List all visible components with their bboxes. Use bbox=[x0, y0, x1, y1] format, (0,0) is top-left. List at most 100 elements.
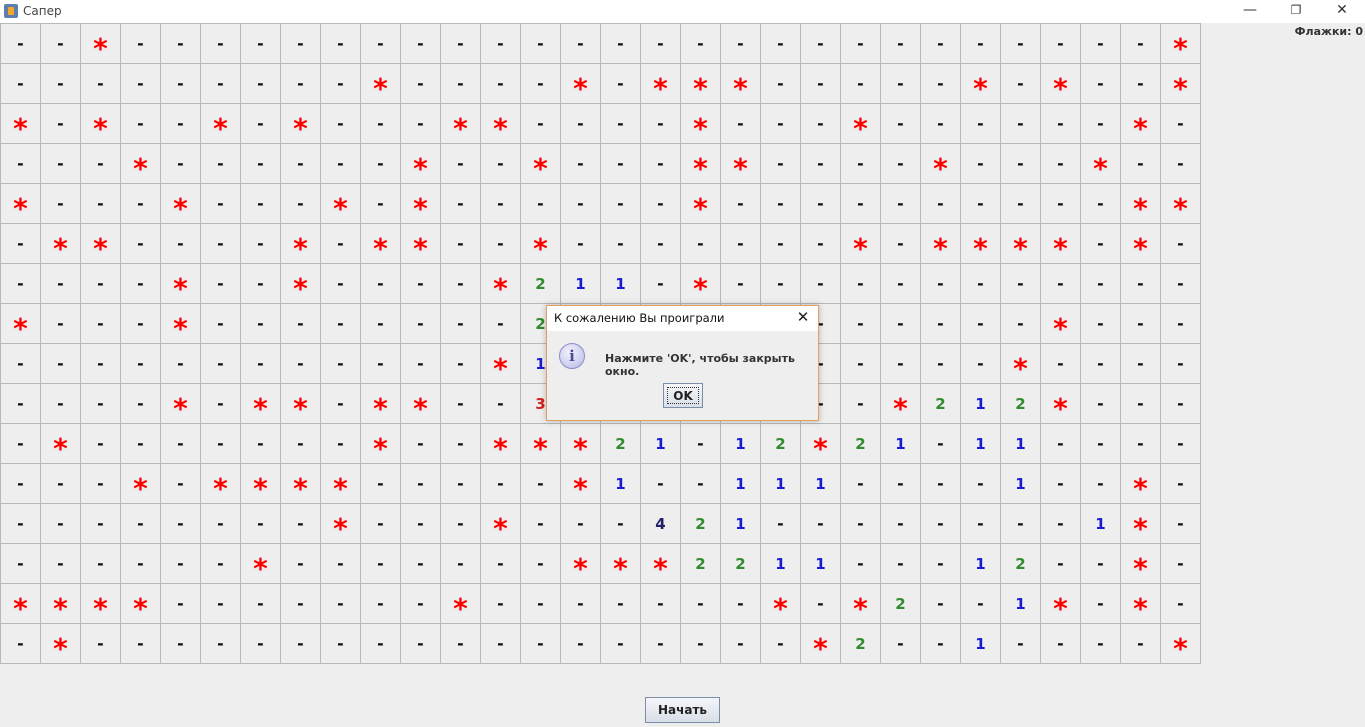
hidden-cell[interactable]: - bbox=[1161, 344, 1201, 384]
hidden-cell[interactable]: - bbox=[1041, 504, 1081, 544]
hidden-cell[interactable]: - bbox=[641, 264, 681, 304]
hidden-cell[interactable]: - bbox=[1041, 544, 1081, 584]
mine-cell[interactable]: * bbox=[81, 224, 121, 265]
hidden-cell[interactable]: - bbox=[241, 264, 281, 304]
maximize-button[interactable]: ❐ bbox=[1273, 0, 1319, 23]
hidden-cell[interactable]: - bbox=[401, 104, 441, 144]
mine-cell[interactable]: * bbox=[41, 224, 81, 265]
hidden-cell[interactable]: - bbox=[481, 624, 521, 664]
hidden-cell[interactable]: - bbox=[881, 184, 921, 224]
hidden-cell[interactable]: - bbox=[1041, 344, 1081, 384]
hidden-cell[interactable]: - bbox=[641, 104, 681, 144]
mine-cell[interactable]: * bbox=[921, 224, 961, 265]
hidden-cell[interactable]: - bbox=[401, 424, 441, 464]
hidden-cell[interactable]: - bbox=[881, 344, 921, 384]
hidden-cell[interactable]: - bbox=[1081, 224, 1121, 264]
mine-cell[interactable]: * bbox=[361, 64, 401, 105]
hidden-cell[interactable]: - bbox=[961, 184, 1001, 224]
hidden-cell[interactable]: - bbox=[401, 344, 441, 384]
mine-cell[interactable]: * bbox=[681, 144, 721, 185]
mine-cell[interactable]: * bbox=[961, 224, 1001, 265]
mine-cell[interactable]: * bbox=[201, 104, 241, 145]
hidden-cell[interactable]: - bbox=[1121, 344, 1161, 384]
mine-cell[interactable]: * bbox=[241, 464, 281, 505]
hidden-cell[interactable]: - bbox=[161, 104, 201, 144]
hidden-cell[interactable]: - bbox=[1081, 64, 1121, 104]
hidden-cell[interactable]: - bbox=[321, 384, 361, 424]
mine-cell[interactable]: * bbox=[561, 424, 601, 465]
hidden-cell[interactable]: - bbox=[721, 184, 761, 224]
hidden-cell[interactable]: - bbox=[161, 544, 201, 584]
hidden-cell[interactable]: - bbox=[321, 224, 361, 264]
hidden-cell[interactable]: - bbox=[601, 504, 641, 544]
hidden-cell[interactable]: - bbox=[121, 64, 161, 104]
number-cell[interactable]: 1 bbox=[761, 464, 801, 504]
hidden-cell[interactable]: - bbox=[441, 424, 481, 464]
number-cell[interactable]: 1 bbox=[721, 504, 761, 544]
hidden-cell[interactable]: - bbox=[1001, 264, 1041, 304]
mine-cell[interactable]: * bbox=[521, 224, 561, 265]
hidden-cell[interactable]: - bbox=[561, 624, 601, 664]
hidden-cell[interactable]: - bbox=[881, 144, 921, 184]
hidden-cell[interactable]: - bbox=[641, 584, 681, 624]
hidden-cell[interactable]: - bbox=[601, 584, 641, 624]
start-button[interactable]: Начать bbox=[645, 697, 720, 723]
mine-cell[interactable]: * bbox=[121, 584, 161, 625]
hidden-cell[interactable]: - bbox=[161, 64, 201, 104]
hidden-cell[interactable]: - bbox=[281, 64, 321, 104]
hidden-cell[interactable]: - bbox=[81, 384, 121, 424]
hidden-cell[interactable]: - bbox=[1041, 624, 1081, 664]
hidden-cell[interactable]: - bbox=[81, 264, 121, 304]
hidden-cell[interactable]: - bbox=[961, 104, 1001, 144]
hidden-cell[interactable]: - bbox=[161, 144, 201, 184]
number-cell[interactable]: 1 bbox=[961, 544, 1001, 584]
mine-cell[interactable]: * bbox=[321, 504, 361, 545]
number-cell[interactable]: 1 bbox=[961, 624, 1001, 664]
mine-cell[interactable]: * bbox=[1, 184, 41, 225]
hidden-cell[interactable]: - bbox=[281, 624, 321, 664]
mine-cell[interactable]: * bbox=[1041, 384, 1081, 425]
hidden-cell[interactable]: - bbox=[1, 424, 41, 464]
mine-cell[interactable]: * bbox=[961, 64, 1001, 105]
hidden-cell[interactable]: - bbox=[961, 504, 1001, 544]
hidden-cell[interactable]: - bbox=[761, 184, 801, 224]
hidden-cell[interactable]: - bbox=[201, 504, 241, 544]
hidden-cell[interactable]: - bbox=[1161, 144, 1201, 184]
hidden-cell[interactable]: - bbox=[81, 64, 121, 104]
hidden-cell[interactable]: - bbox=[1121, 264, 1161, 304]
hidden-cell[interactable]: - bbox=[561, 224, 601, 264]
mine-cell[interactable]: * bbox=[241, 544, 281, 585]
hidden-cell[interactable]: - bbox=[121, 344, 161, 384]
hidden-cell[interactable]: - bbox=[1121, 424, 1161, 464]
hidden-cell[interactable]: - bbox=[1041, 464, 1081, 504]
hidden-cell[interactable]: - bbox=[1121, 24, 1161, 64]
hidden-cell[interactable]: - bbox=[721, 584, 761, 624]
hidden-cell[interactable]: - bbox=[681, 424, 721, 464]
mine-cell[interactable]: * bbox=[1121, 104, 1161, 145]
hidden-cell[interactable]: - bbox=[721, 24, 761, 64]
hidden-cell[interactable]: - bbox=[321, 624, 361, 664]
hidden-cell[interactable]: - bbox=[361, 544, 401, 584]
number-cell[interactable]: 1 bbox=[801, 464, 841, 504]
hidden-cell[interactable]: - bbox=[401, 624, 441, 664]
hidden-cell[interactable]: - bbox=[361, 184, 401, 224]
hidden-cell[interactable]: - bbox=[1041, 264, 1081, 304]
hidden-cell[interactable]: - bbox=[121, 24, 161, 64]
number-cell[interactable]: 1 bbox=[961, 424, 1001, 464]
hidden-cell[interactable]: - bbox=[361, 584, 401, 624]
number-cell[interactable]: 2 bbox=[721, 544, 761, 584]
mine-cell[interactable]: * bbox=[521, 424, 561, 465]
hidden-cell[interactable]: - bbox=[81, 624, 121, 664]
hidden-cell[interactable]: - bbox=[601, 624, 641, 664]
hidden-cell[interactable]: - bbox=[921, 504, 961, 544]
mine-cell[interactable]: * bbox=[1121, 224, 1161, 265]
hidden-cell[interactable]: - bbox=[521, 64, 561, 104]
hidden-cell[interactable]: - bbox=[1121, 384, 1161, 424]
mine-cell[interactable]: * bbox=[441, 584, 481, 625]
mine-cell[interactable]: * bbox=[281, 264, 321, 305]
hidden-cell[interactable]: - bbox=[881, 624, 921, 664]
hidden-cell[interactable]: - bbox=[1041, 104, 1081, 144]
hidden-cell[interactable]: - bbox=[441, 384, 481, 424]
hidden-cell[interactable]: - bbox=[1081, 624, 1121, 664]
mine-cell[interactable]: * bbox=[321, 184, 361, 225]
